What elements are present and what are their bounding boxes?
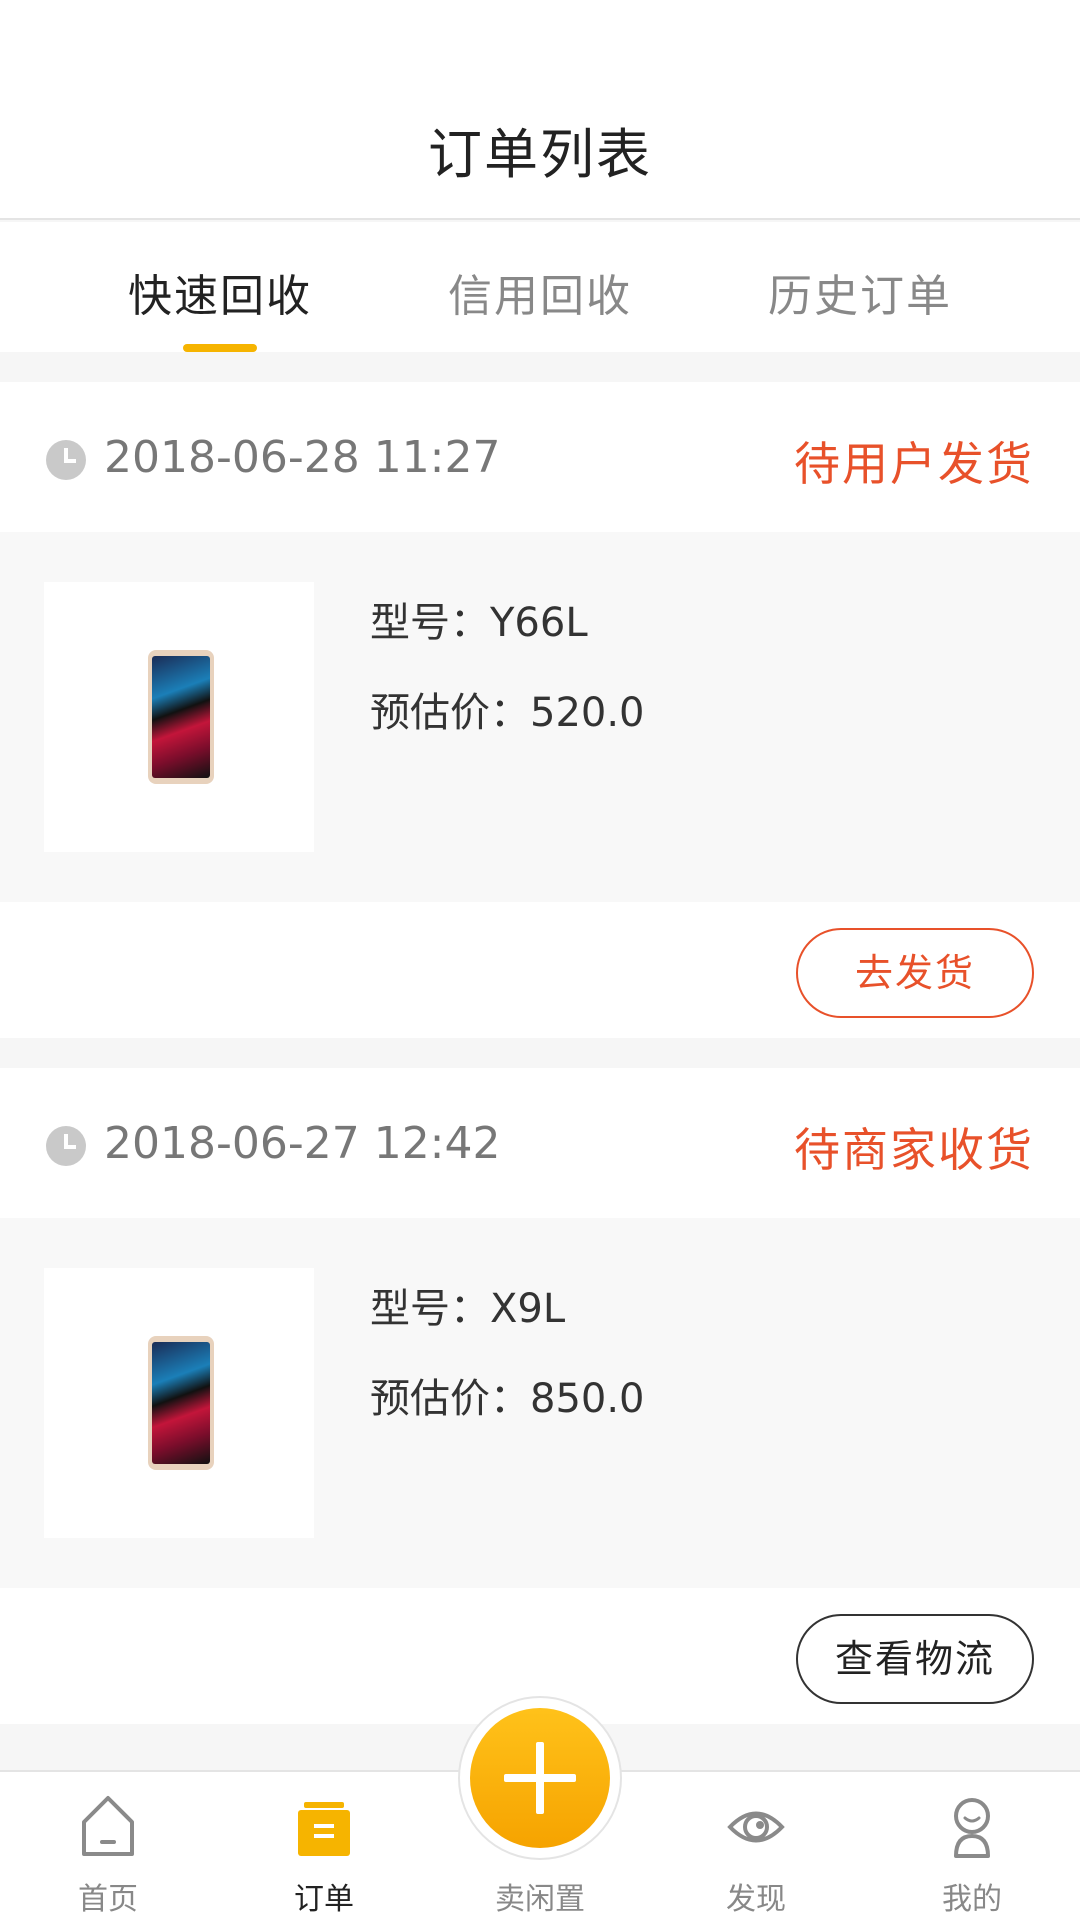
clock-icon [46, 1126, 86, 1166]
order-time: 2018-06-27 12:42 [104, 1118, 501, 1169]
product-price: 预估价：520.0 [370, 690, 645, 736]
tab-credit-recycle[interactable]: 信用回收 [360, 260, 720, 324]
phone-image [148, 650, 214, 784]
product-model: 型号：X9L [370, 1286, 566, 1332]
profile-icon [954, 1798, 990, 1858]
eye-icon [727, 1811, 785, 1843]
nav-label: 卖闲置 [495, 1882, 585, 1917]
product-image [44, 582, 314, 852]
order-status: 待商家收货 [794, 1123, 1034, 1177]
nav-label: 我的 [942, 1882, 1002, 1917]
order-header: 2018-06-27 12:42 待商家收货 [0, 1068, 1080, 1218]
nav-label: 订单 [294, 1882, 354, 1917]
order-status: 待用户发货 [794, 437, 1034, 491]
orders-icon [298, 1802, 350, 1856]
nav-label: 首页 [78, 1882, 138, 1917]
order-card: 2018-06-27 12:42 待商家收货 型号：X9L 预估价：850.0 … [0, 1068, 1080, 1724]
tab-bar: 快速回收 信用回收 历史订单 [0, 222, 1080, 352]
home-icon [82, 1796, 134, 1856]
order-product[interactable]: 型号：X9L 预估价：850.0 [0, 1218, 1080, 1588]
product-price: 预估价：850.0 [370, 1376, 645, 1422]
product-image [44, 1268, 314, 1538]
clock-icon [46, 440, 86, 480]
ship-button[interactable]: 去发货 [796, 928, 1034, 1018]
nav-label: 发现 [726, 1882, 786, 1917]
tab-quick-recycle[interactable]: 快速回收 [40, 260, 400, 324]
tab-order-history[interactable]: 历史订单 [680, 260, 1040, 324]
order-product[interactable]: 型号：Y66L 预估价：520.0 [0, 532, 1080, 902]
header: 订单列表 [0, 0, 1080, 220]
order-list-page: 订单列表 快速回收 信用回收 历史订单 2018-06-28 11:27 待用户… [0, 0, 1080, 1920]
phone-image [148, 1336, 214, 1470]
nav-orders[interactable]: 订单 [216, 1772, 432, 1920]
nav-profile[interactable]: 我的 [864, 1772, 1080, 1920]
order-header: 2018-06-28 11:27 待用户发货 [0, 382, 1080, 532]
product-model: 型号：Y66L [370, 600, 588, 646]
order-card: 2018-06-28 11:27 待用户发货 型号：Y66L 预估价：520.0… [0, 382, 1080, 1038]
order-footer: 去发货 [0, 902, 1080, 1038]
nav-home[interactable]: 首页 [0, 1772, 216, 1920]
view-logistics-button[interactable]: 查看物流 [796, 1614, 1034, 1704]
active-tab-indicator [183, 344, 257, 352]
page-title: 订单列表 [428, 123, 652, 186]
nav-discover[interactable]: 发现 [648, 1772, 864, 1920]
order-time: 2018-06-28 11:27 [104, 432, 501, 483]
plus-icon[interactable] [470, 1708, 610, 1848]
